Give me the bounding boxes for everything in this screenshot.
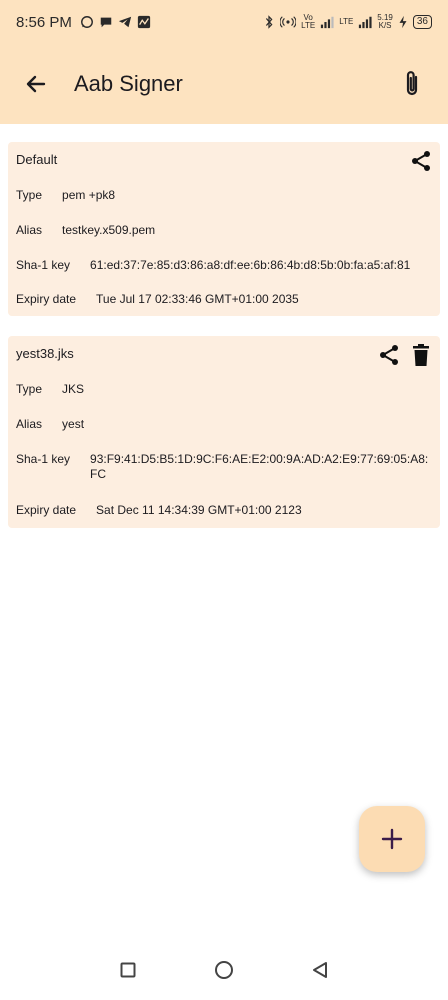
delete-button[interactable] bbox=[408, 342, 434, 368]
status-bar: 8:56 PM Vo LTE LTE 5.19 K/S 36 bbox=[0, 0, 448, 44]
triangle-back-icon bbox=[313, 962, 327, 978]
battery-indicator: 36 bbox=[412, 15, 432, 29]
page-title: Aab Signer bbox=[74, 71, 183, 96]
expiry-row: Expiry date Tue Jul 17 02:33:46 GMT+01:0… bbox=[16, 292, 299, 306]
volte-indicator: Vo LTE bbox=[301, 13, 316, 30]
back-button[interactable] bbox=[18, 66, 54, 102]
alias-row: Alias yest bbox=[16, 417, 85, 431]
telegram-icon bbox=[118, 16, 131, 28]
circle-icon bbox=[215, 961, 233, 979]
sha1-row: Sha-1 key 93:F9:41:D5:B5:1D:9C:F6:AE:E2:… bbox=[16, 452, 429, 481]
status-time: 8:56 PM bbox=[16, 13, 72, 31]
signal-icon bbox=[321, 16, 334, 29]
share-button[interactable] bbox=[408, 148, 434, 174]
whatsapp-icon bbox=[80, 16, 93, 28]
share-icon bbox=[380, 345, 398, 365]
plus-icon bbox=[381, 828, 403, 850]
card-title: Default bbox=[16, 152, 58, 167]
share-icon bbox=[412, 151, 430, 171]
expiry-row: Expiry date Sat Dec 11 14:34:39 GMT+01:0… bbox=[16, 503, 302, 517]
trash-icon bbox=[413, 344, 429, 366]
alias-row: Alias testkey.x509.pem bbox=[16, 223, 156, 237]
attach-button[interactable] bbox=[394, 66, 430, 102]
activity-icon bbox=[137, 15, 150, 29]
signal-2-icon bbox=[359, 16, 372, 29]
network-speed: 5.19 K/S bbox=[377, 13, 393, 30]
type-row: Type JKS bbox=[16, 382, 85, 396]
hotspot-icon bbox=[280, 16, 297, 28]
arrow-back-icon bbox=[26, 75, 46, 93]
key-card-default[interactable]: Default Type pem +pk8 Alias testkey.x509… bbox=[8, 142, 440, 316]
type-row: Type pem +pk8 bbox=[16, 188, 116, 202]
system-nav-bar bbox=[0, 940, 448, 1000]
card-title: yest38.jks bbox=[16, 346, 74, 361]
charging-icon bbox=[399, 15, 407, 29]
recents-button[interactable] bbox=[112, 954, 144, 986]
chat-icon bbox=[100, 17, 112, 28]
lte-label: LTE bbox=[339, 17, 354, 26]
square-icon bbox=[120, 962, 136, 978]
app-bar: Aab Signer bbox=[0, 44, 448, 124]
add-key-button[interactable] bbox=[359, 806, 425, 872]
share-button[interactable] bbox=[376, 342, 402, 368]
sha1-row: Sha-1 key 61:ed:37:7e:85:d3:86:a8:df:ee:… bbox=[16, 258, 411, 272]
paperclip-icon bbox=[406, 71, 418, 96]
home-button[interactable] bbox=[208, 954, 240, 986]
key-card-yest38[interactable]: yest38.jks Type JKS Alias yest Sha-1 key… bbox=[8, 336, 440, 528]
bluetooth-icon bbox=[266, 15, 273, 29]
back-nav-button[interactable] bbox=[304, 954, 336, 986]
